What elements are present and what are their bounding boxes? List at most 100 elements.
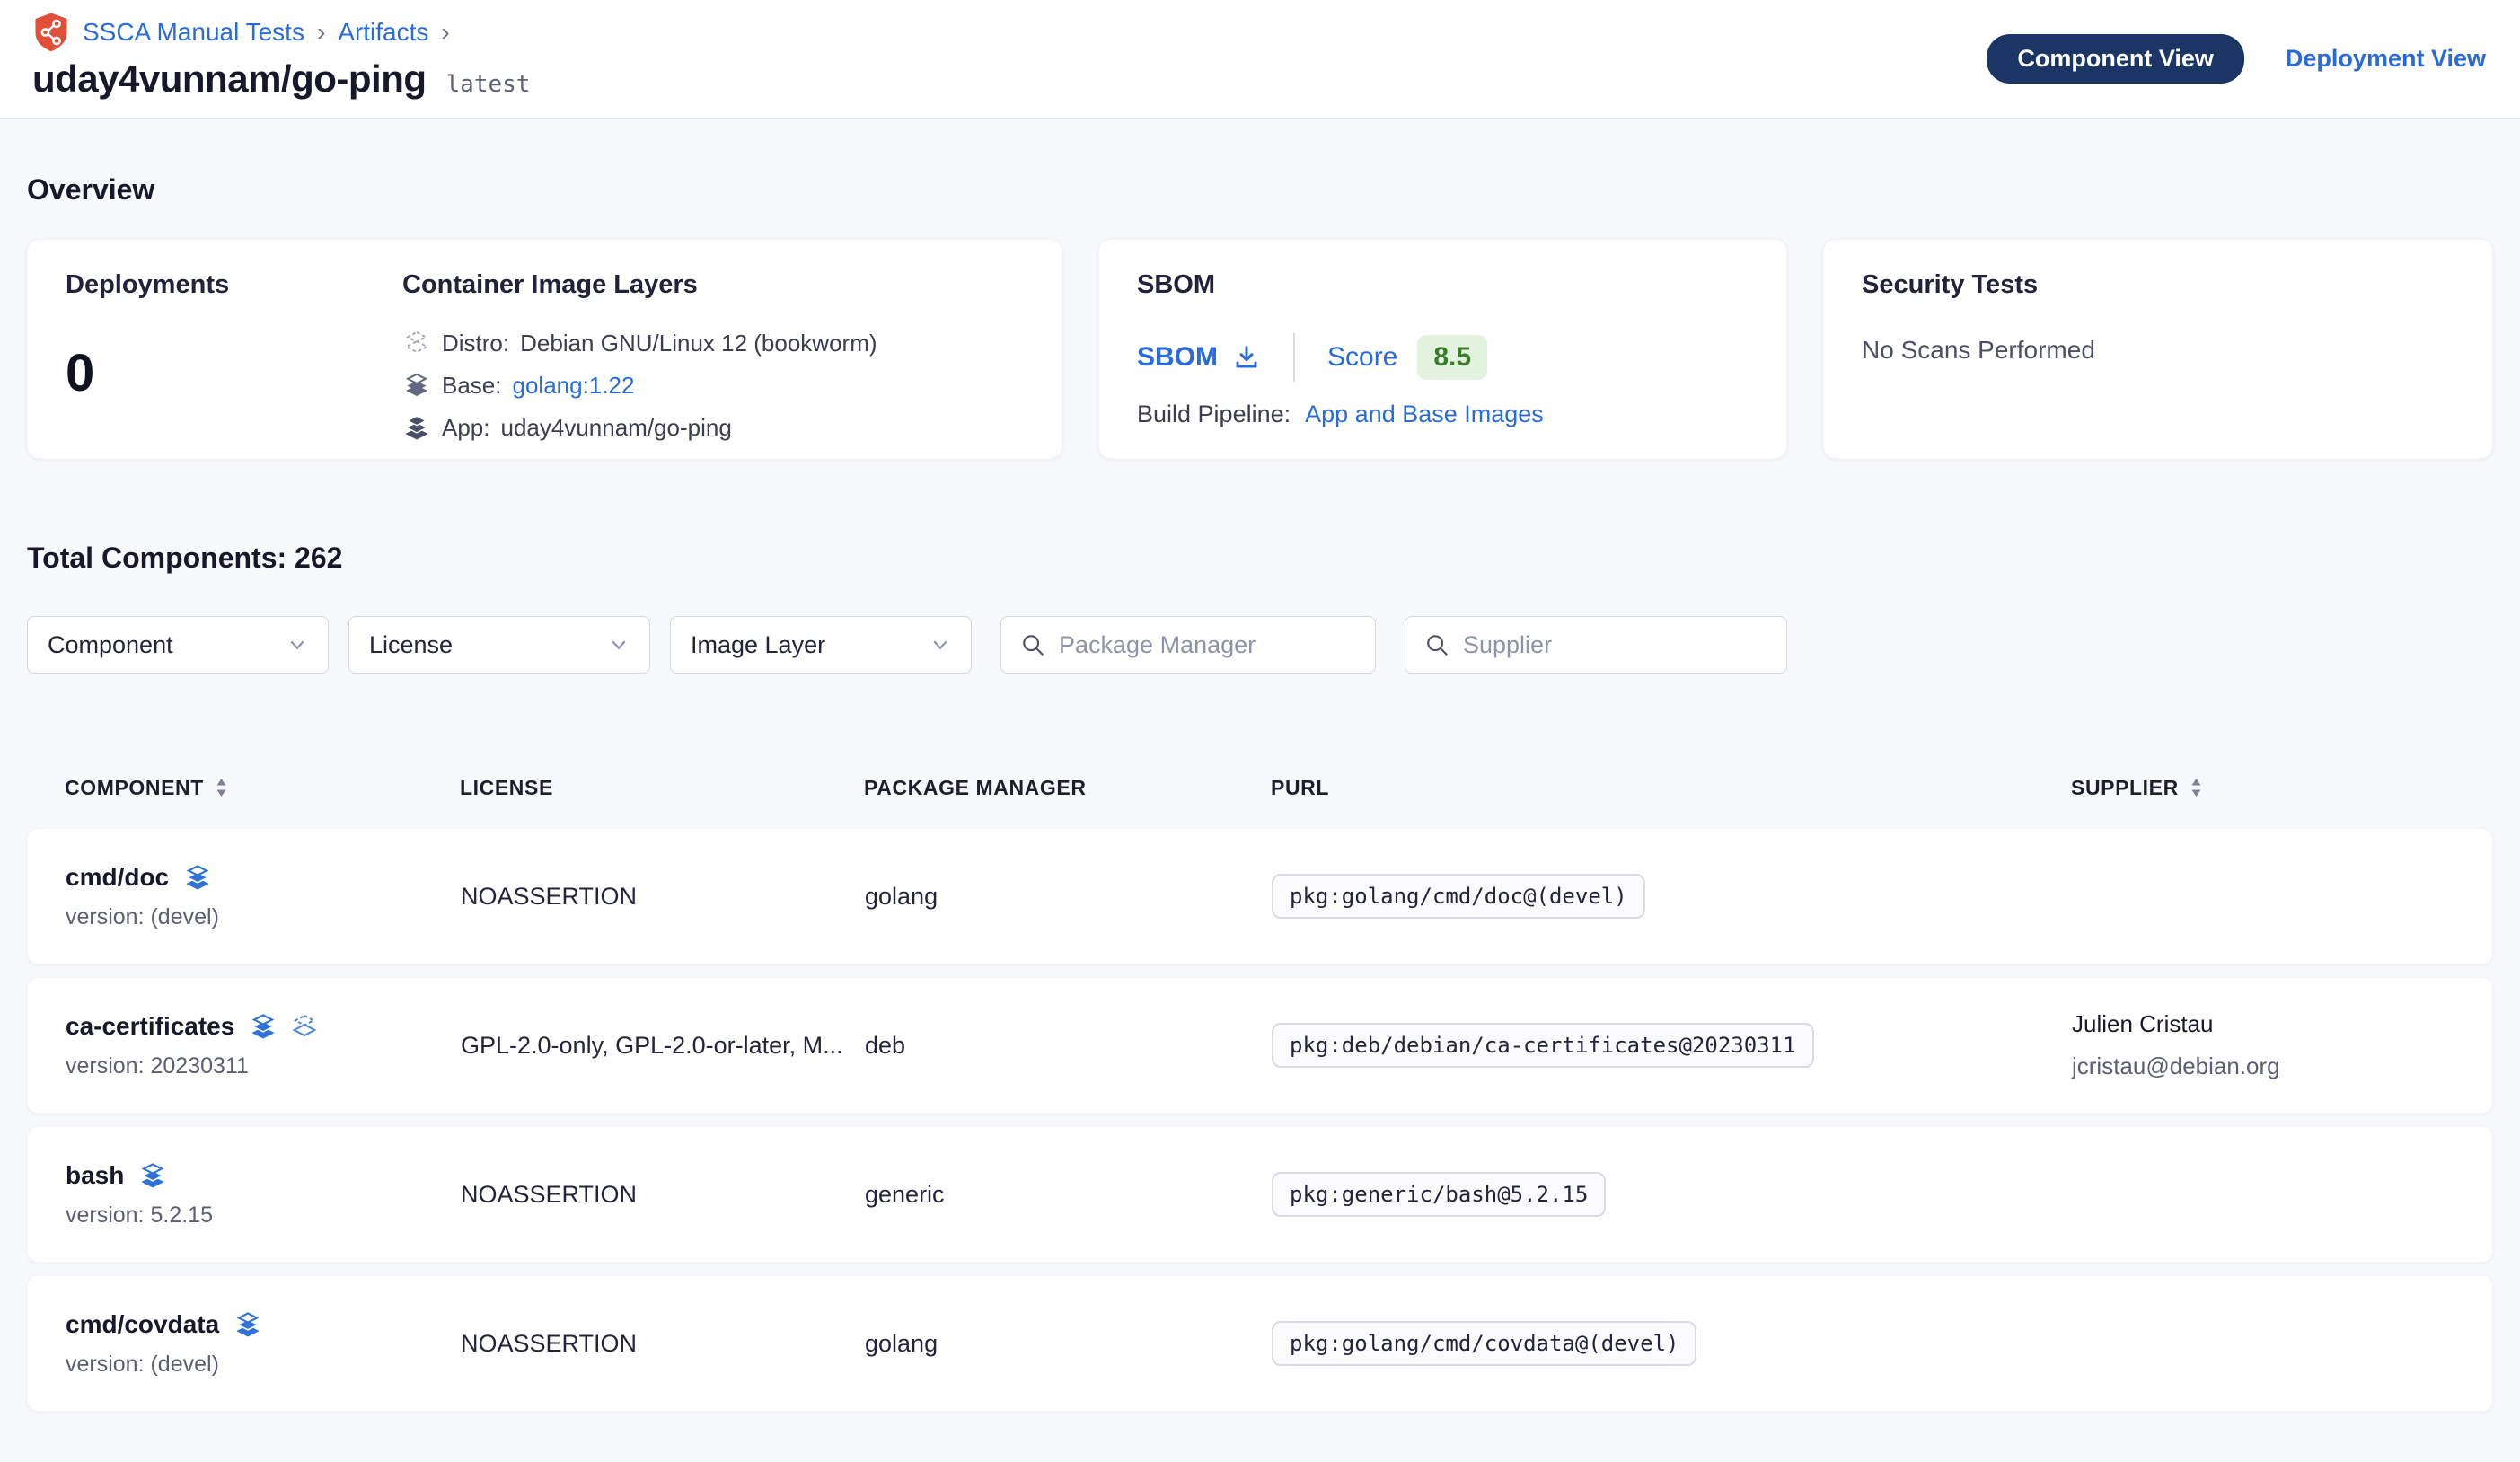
distro-label: Distro:: [442, 330, 509, 357]
security-tests-heading: Security Tests: [1862, 270, 2454, 300]
security-tests-card: Security Tests No Scans Performed: [1823, 239, 2493, 459]
sbom-heading: SBOM: [1137, 270, 1749, 300]
deployments-label: Deployments: [66, 270, 402, 300]
download-icon[interactable]: [1232, 343, 1261, 372]
deployments-count: 0: [66, 343, 402, 403]
purl-chip: pkg:golang/cmd/doc@(devel): [1272, 874, 1645, 919]
column-header-purl: PURL: [1271, 776, 2071, 800]
license-cell: NOASSERTION: [461, 1181, 865, 1209]
base-label: Base:: [442, 372, 502, 400]
license-filter-label: License: [369, 631, 453, 659]
sbom-download-link[interactable]: SBOM: [1137, 342, 1261, 373]
component-table-row: cmd/doc version: (devel) NOASSERTION gol…: [27, 828, 2493, 964]
build-pipeline-link[interactable]: App and Base Images: [1305, 401, 1544, 428]
component-version: version: 5.2.15: [66, 1202, 461, 1229]
search-icon: [1423, 631, 1450, 658]
package-manager-cell: golang: [865, 1330, 1272, 1358]
sbom-download-label: SBOM: [1137, 342, 1218, 373]
license-filter-select[interactable]: License: [348, 616, 650, 674]
purl-chip: pkg:golang/cmd/covdata@(devel): [1272, 1321, 1696, 1366]
deployment-view-link[interactable]: Deployment View: [2286, 45, 2486, 73]
column-header-license: LICENSE: [460, 776, 864, 800]
build-pipeline-label: Build Pipeline:: [1137, 401, 1291, 428]
component-name: cmd/covdata: [66, 1310, 219, 1339]
purl-chip: pkg:generic/bash@5.2.15: [1272, 1172, 1606, 1217]
package-manager-search: [1000, 616, 1376, 674]
components-table-body: cmd/doc version: (devel) NOASSERTION gol…: [27, 828, 2493, 1412]
components-table-header: COMPONENT LICENSE PACKAGE MANAGER PURL S…: [27, 767, 2493, 808]
sbom-card: SBOM SBOM Score 8.5 Build Pipeline: App …: [1098, 239, 1787, 459]
column-header-package-manager: PACKAGE MANAGER: [864, 776, 1271, 800]
license-cell: NOASSERTION: [461, 1330, 865, 1358]
component-table-row: bash version: 5.2.15 NOASSERTION generic…: [27, 1126, 2493, 1263]
component-filter-label: Component: [48, 631, 173, 659]
search-icon: [1019, 631, 1046, 658]
image-layers-heading: Container Image Layers: [402, 270, 1024, 300]
column-header-component: COMPONENT: [65, 776, 460, 800]
page-header: SSCA Manual Tests › Artifacts › uday4vun…: [0, 0, 2520, 119]
supplier-search-input[interactable]: [1463, 631, 1768, 659]
distro-layer-blue-icon: [290, 1012, 319, 1041]
license-cell: GPL-2.0-only, GPL-2.0-or-later, M...: [461, 1032, 865, 1060]
sbom-score-badge: 8.5: [1417, 335, 1487, 380]
component-table-row: cmd/covdata version: (devel) NOASSERTION…: [27, 1275, 2493, 1412]
deployments-layers-card: Deployments 0 Container Image Layers Dis…: [27, 239, 1062, 459]
app-layer-icon: [249, 1012, 278, 1041]
app-layer-row: App: uday4vunnam/go-ping: [402, 413, 1024, 442]
sort-component-button[interactable]: [215, 777, 228, 798]
base-layer-icon: [402, 371, 431, 400]
chevron-down-icon: [930, 634, 951, 656]
breadcrumb-separator: ›: [317, 18, 325, 47]
component-version: version: 20230311: [66, 1053, 461, 1079]
sort-supplier-button[interactable]: [2190, 777, 2203, 798]
component-version: version: (devel): [66, 904, 461, 930]
distro-layer-icon: [402, 329, 431, 357]
package-manager-cell: deb: [865, 1032, 1272, 1060]
component-layer-icons: [249, 1012, 319, 1041]
component-filter-select[interactable]: Component: [27, 616, 329, 674]
distro-layer-row: Distro: Debian GNU/Linux 12 (bookworm): [402, 329, 1024, 357]
supplier-search: [1405, 616, 1787, 674]
breadcrumb-link-project[interactable]: SSCA Manual Tests: [83, 18, 304, 47]
page-title: uday4vunnam/go-ping: [32, 57, 427, 101]
security-tests-status: No Scans Performed: [1862, 336, 2454, 365]
component-layer-icons: [138, 1161, 167, 1190]
component-name: bash: [66, 1161, 124, 1190]
total-components-heading: Total Components: 262: [27, 542, 2493, 575]
app-layer-icon: [402, 413, 431, 442]
supplier-name: Julien Cristau: [2072, 1010, 2454, 1038]
chevron-down-icon: [608, 634, 630, 656]
component-version: version: (devel): [66, 1352, 461, 1378]
package-manager-search-input[interactable]: [1059, 631, 1357, 659]
app-value: uday4vunnam/go-ping: [501, 414, 732, 442]
component-name: ca-certificates: [66, 1012, 234, 1041]
component-name: cmd/doc: [66, 863, 169, 892]
view-toggle: Component View Deployment View: [1987, 34, 2486, 84]
chevron-down-icon: [286, 634, 308, 656]
app-layer-icon: [183, 863, 212, 892]
image-layer-filter-select[interactable]: Image Layer: [670, 616, 972, 674]
supplier-email: jcristau@debian.org: [2072, 1052, 2454, 1080]
app-label: App:: [442, 414, 490, 442]
base-layer-row: Base: golang:1.22: [402, 371, 1024, 400]
breadcrumb-separator: ›: [441, 18, 449, 47]
base-image-link[interactable]: golang:1.22: [513, 372, 635, 400]
breadcrumb-link-artifacts[interactable]: Artifacts: [338, 18, 428, 47]
distro-value: Debian GNU/Linux 12 (bookworm): [520, 330, 877, 357]
package-manager-cell: generic: [865, 1181, 1272, 1209]
package-manager-cell: golang: [865, 883, 1272, 911]
filter-bar: Component License Image Layer: [27, 616, 2493, 674]
artifact-tag-latest: latest: [446, 71, 531, 98]
total-components-count: 262: [295, 542, 342, 574]
column-header-supplier: SUPPLIER: [2071, 776, 2455, 800]
ssca-shield-logo-icon: [32, 12, 70, 53]
sbom-score-label: Score: [1327, 342, 1397, 373]
component-table-row: ca-certificates version: 20230311 GPL-2.…: [27, 977, 2493, 1114]
component-layer-icons: [233, 1310, 262, 1339]
license-cell: NOASSERTION: [461, 883, 865, 911]
app-layer-icon: [138, 1161, 167, 1190]
component-view-button[interactable]: Component View: [1987, 34, 2244, 84]
overview-heading: Overview: [27, 173, 2493, 207]
purl-chip: pkg:deb/debian/ca-certificates@20230311: [1272, 1023, 1814, 1068]
component-layer-icons: [183, 863, 212, 892]
